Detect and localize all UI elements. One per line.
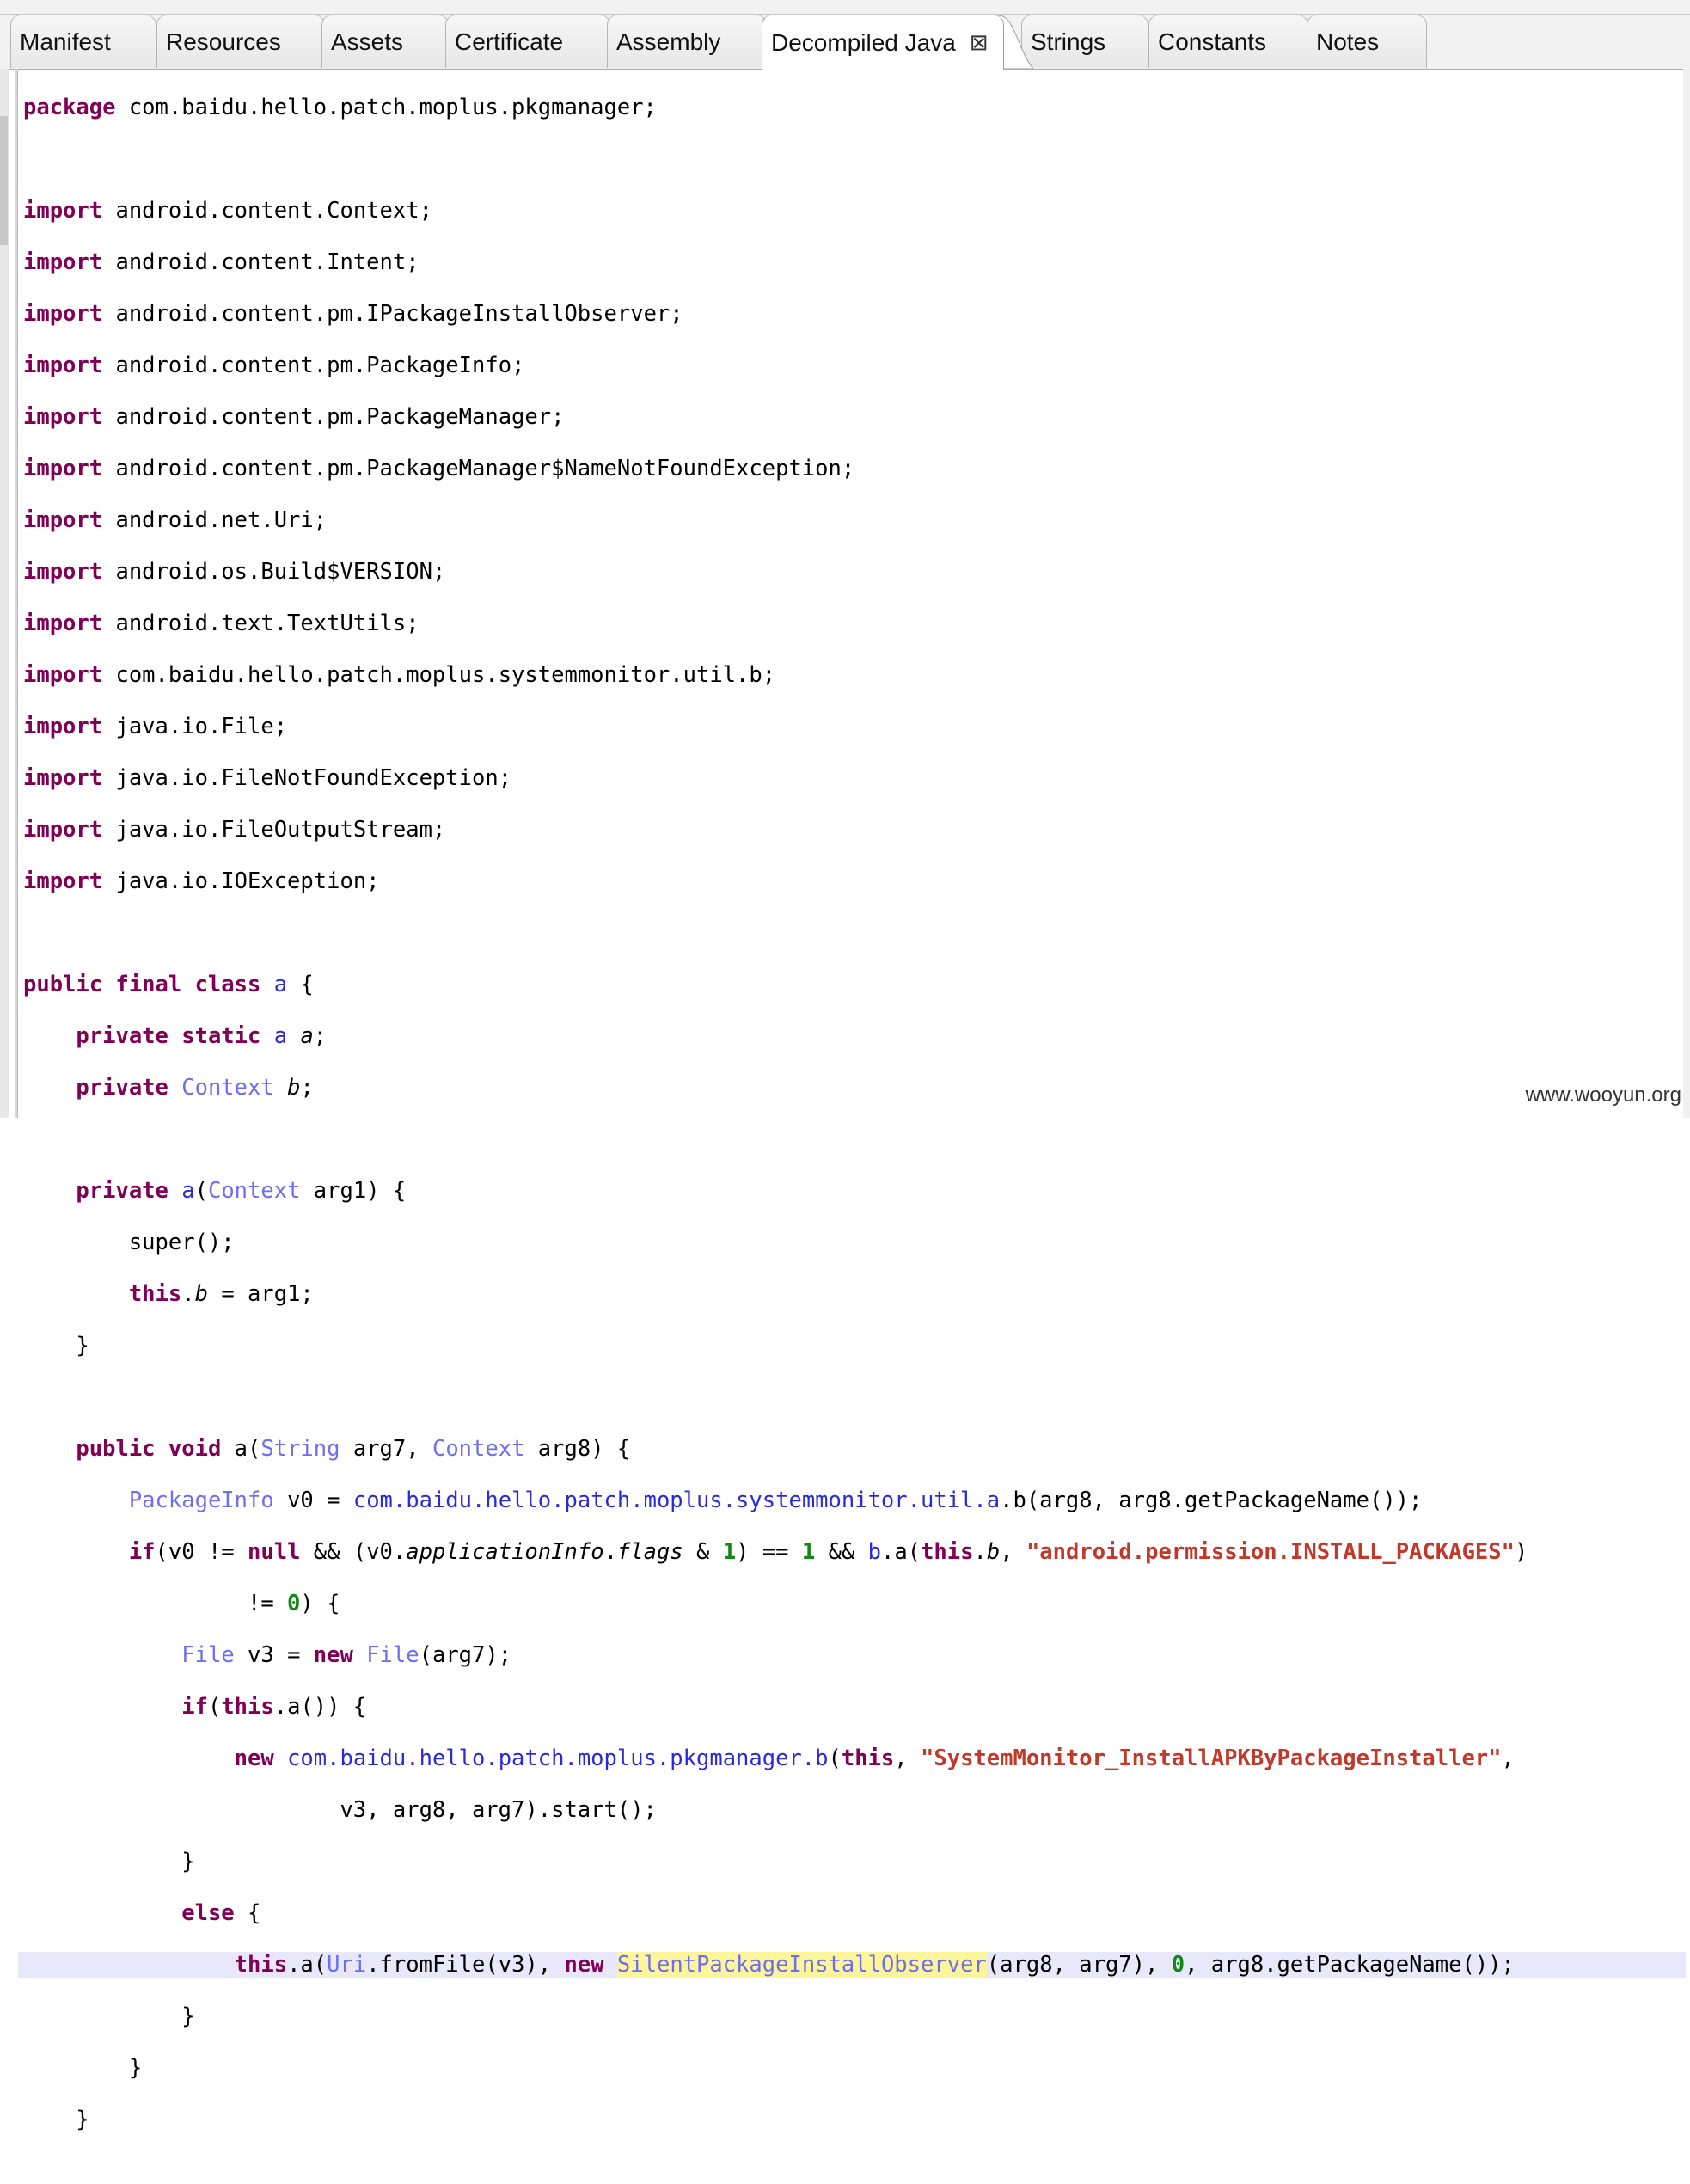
code-editor[interactable]: package com.baidu.hello.patch.moplus.pkg… — [17, 69, 1690, 2132]
code-line: import java.io.IOException; — [23, 868, 1528, 894]
code-line: public final class a { — [23, 972, 314, 997]
keyword: import — [23, 610, 103, 636]
import-path: android.content.pm.IPackageInstallObserv… — [102, 301, 683, 327]
watermark: www.wooyun.org — [1525, 1083, 1681, 1107]
import-path: android.content.pm.PackageInfo; — [102, 353, 525, 378]
outline-scrollbar-thumb[interactable] — [0, 116, 8, 245]
outline-scrollbar[interactable] — [0, 69, 9, 1118]
editor-tab-bar: Manifest Resources Assets Certificate As… — [0, 0, 1690, 70]
code-line: } — [23, 2055, 143, 2081]
code-line-current: this.a(Uri.fromFile(v3), new SilentPacka… — [17, 1952, 1687, 1978]
keyword: import — [23, 868, 103, 894]
selected-identifier[interactable]: SilentPackageInstallObserver — [616, 1952, 987, 1978]
tab-label: Notes — [1316, 28, 1380, 55]
import-path: android.content.pm.PackageManager$NameNo… — [102, 456, 855, 482]
code-line: this.b = arg1; — [128, 1281, 314, 1307]
code-line: import java.io.FileNotFoundException; — [23, 765, 1528, 791]
tab-resources[interactable]: Resources — [156, 15, 325, 68]
code-line: } — [23, 1849, 195, 1874]
keyword: import — [23, 765, 103, 791]
tab-certificate[interactable]: Certificate — [445, 15, 610, 68]
code-line: private Context b; — [76, 1075, 314, 1101]
code-line: import android.content.pm.PackageManager… — [23, 404, 1528, 430]
tab-label: Assembly — [616, 28, 721, 55]
import-path: android.net.Uri; — [102, 507, 328, 533]
tab-label: Strings — [1031, 28, 1106, 55]
code-line: if(v0 != null && (v0.applicationInfo.fla… — [128, 1539, 1528, 1565]
import-path: java.io.IOException; — [102, 868, 380, 894]
code-line: new com.baidu.hello.patch.moplus.pkgmana… — [234, 1745, 1515, 1771]
keyword: package — [23, 95, 116, 120]
tab-manifest[interactable]: Manifest — [10, 15, 156, 68]
package-name: com.baidu.hello.patch.moplus.pkgmanager; — [115, 95, 657, 120]
code-line: private static a a; — [76, 1023, 328, 1049]
decompiled-java-source: package com.baidu.hello.patch.moplus.pkg… — [17, 69, 1687, 2184]
tab-label: Manifest — [20, 28, 111, 55]
keyword: import — [23, 198, 103, 224]
code-line: import android.content.pm.IPackageInstal… — [23, 301, 1528, 327]
import-path: java.io.File; — [102, 714, 288, 739]
tab-decompiled-java[interactable]: Decompiled Java ⊠ — [762, 15, 1004, 70]
code-line: import android.os.Build$VERSION; — [23, 559, 1528, 585]
tab-label: Constants — [1158, 28, 1267, 55]
code-line: package com.baidu.hello.patch.moplus.pkg… — [23, 95, 1528, 120]
tab-assembly[interactable]: Assembly — [607, 15, 767, 68]
tab-strings[interactable]: Strings — [1021, 15, 1148, 68]
import-path: com.baidu.hello.patch.moplus.systemmonit… — [102, 662, 776, 688]
tab-label: Decompiled Java — [771, 28, 956, 56]
import-path: java.io.FileOutputStream; — [102, 817, 446, 843]
code-line: import android.text.TextUtils; — [23, 610, 1528, 636]
code-line: if(this.a()) { — [181, 1694, 367, 1720]
close-tab-icon[interactable]: ⊠ — [970, 32, 989, 54]
code-line: public void a(String arg7, Context arg8)… — [76, 1436, 631, 1462]
code-line: import java.io.FileOutputStream; — [23, 817, 1528, 843]
tab-notes[interactable]: Notes — [1307, 15, 1427, 68]
import-path: android.text.TextUtils; — [102, 610, 419, 636]
code-line: File v3 = new File(arg7); — [181, 1642, 512, 1668]
code-line: != 0) { — [23, 1591, 340, 1617]
keyword: import — [23, 662, 103, 688]
import-path: android.content.Intent; — [102, 249, 419, 275]
code-line: import android.content.Intent; — [23, 249, 1528, 275]
keyword: import — [23, 817, 103, 843]
code-line: } — [23, 2107, 89, 2132]
tab-label: Assets — [331, 28, 404, 55]
code-line: private a(Context arg1) { — [76, 1178, 407, 1204]
active-tab-edge — [999, 15, 1033, 69]
code-line: else { — [181, 1900, 261, 1926]
code-line: super(); — [23, 1230, 235, 1255]
code-line: PackageInfo v0 = com.baidu.hello.patch.m… — [128, 1488, 1423, 1513]
code-line: import android.net.Uri; — [23, 507, 1528, 533]
keyword: import — [23, 249, 103, 275]
import-path: android.content.pm.PackageManager; — [102, 404, 565, 430]
code-line: import com.baidu.hello.patch.moplus.syst… — [23, 662, 1528, 688]
keyword: import — [23, 404, 103, 430]
import-path: android.content.Context; — [102, 198, 432, 224]
code-line: } — [23, 1333, 89, 1359]
thread-name-string: "SystemMonitor_InstallAPKByPackageInstal… — [921, 1745, 1502, 1771]
tab-assets[interactable]: Assets — [321, 15, 449, 68]
keyword: import — [23, 456, 103, 482]
code-line: } — [23, 2003, 195, 2029]
code-line: import android.content.pm.PackageInfo; — [23, 353, 1528, 378]
keyword: import — [23, 507, 103, 533]
install-permission-string: "android.permission.INSTALL_PACKAGES" — [1026, 1539, 1515, 1565]
tab-label: Resources — [166, 28, 281, 55]
tab-label: Certificate — [455, 28, 564, 55]
import-path: android.os.Build$VERSION; — [102, 559, 446, 585]
code-line: import android.content.Context; — [23, 198, 1528, 224]
code-line: v3, arg8, arg7).start(); — [23, 1797, 657, 1823]
code-line: import android.content.pm.PackageManager… — [23, 456, 1528, 482]
import-path: java.io.FileNotFoundException; — [102, 765, 512, 791]
keyword: import — [23, 353, 103, 378]
keyword: import — [23, 714, 103, 739]
code-line: import java.io.File; — [23, 714, 1528, 739]
keyword: import — [23, 559, 103, 585]
tab-constants[interactable]: Constants — [1148, 15, 1308, 68]
keyword: import — [23, 301, 103, 327]
